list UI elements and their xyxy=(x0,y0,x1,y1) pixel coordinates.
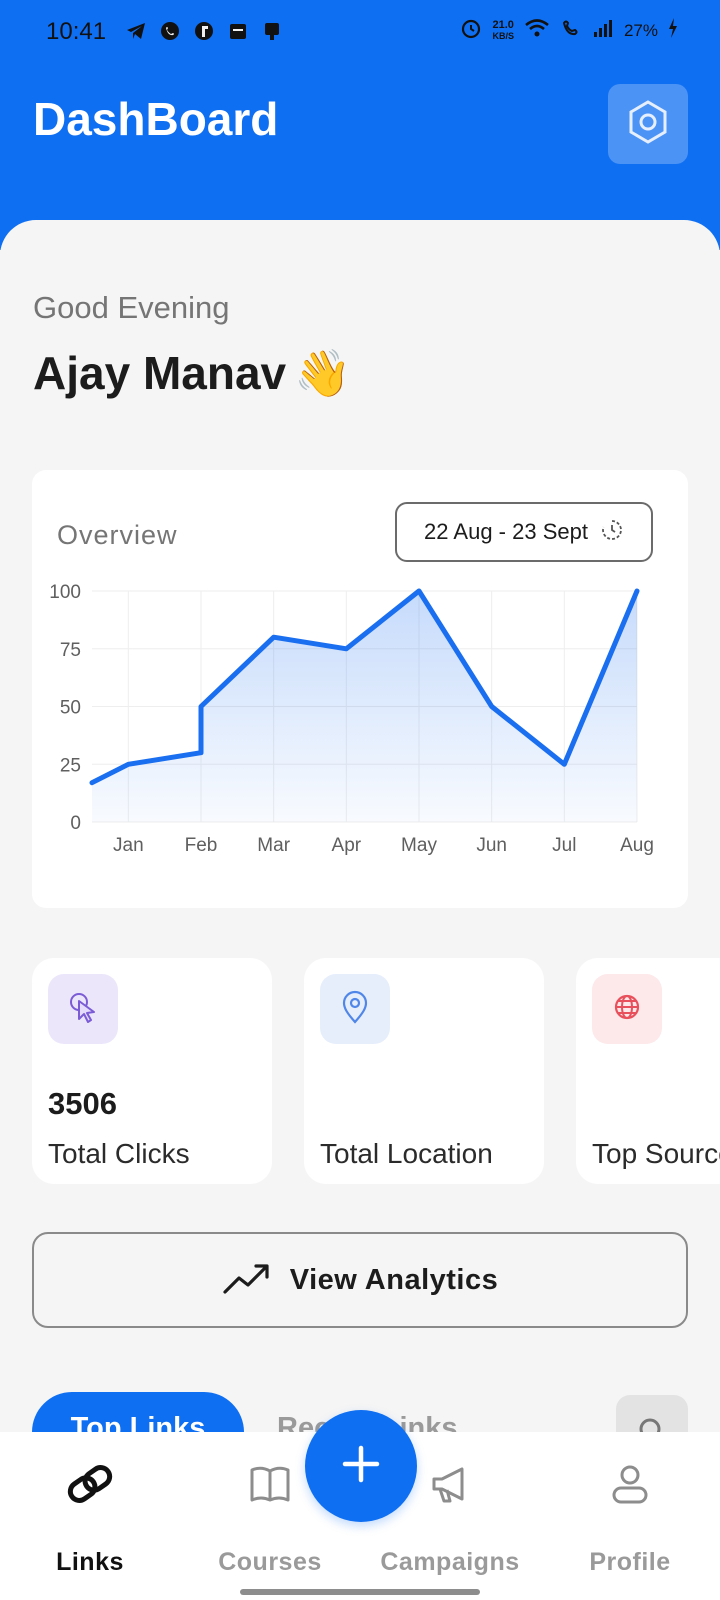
telegram-icon xyxy=(125,20,147,42)
network-speed: 21.0 KB/S xyxy=(492,18,514,41)
page-title: DashBoard xyxy=(33,93,279,145)
stat-icon-bg xyxy=(48,974,118,1044)
stat-icon-bg xyxy=(320,974,390,1044)
stat-card-total-clicks[interactable]: 3506 Total Clicks xyxy=(32,958,272,1184)
x-tick-label: Jul xyxy=(552,835,576,856)
plus-icon xyxy=(339,1442,383,1491)
user-name: Ajay Manav xyxy=(33,347,287,399)
notification-icons xyxy=(125,20,283,42)
status-right: 21.0 KB/S 27% xyxy=(460,17,678,44)
nav-label: Profile xyxy=(589,1548,671,1576)
view-analytics-button[interactable]: View Analytics xyxy=(32,1232,688,1328)
user-row: Ajay Manav 👋 xyxy=(33,346,351,400)
view-analytics-label: View Analytics xyxy=(289,1263,499,1296)
wifi-icon xyxy=(524,17,550,44)
dashboard-screen: 10:41 21.0 KB/S 27% DashBoard Good Eveni… xyxy=(0,0,720,1600)
trending-up-icon xyxy=(222,1258,270,1303)
charging-icon xyxy=(668,17,678,44)
x-tick-label: Feb xyxy=(185,835,218,856)
waving-hand-icon: 👋 xyxy=(294,347,352,399)
y-tick-label: 25 xyxy=(60,755,81,776)
person-icon xyxy=(600,1454,660,1514)
hexagon-settings-icon xyxy=(624,98,672,151)
battery-level: 27% xyxy=(623,20,658,40)
stat-label: Total Location xyxy=(320,1138,493,1169)
alarm-icon xyxy=(460,17,482,44)
stat-value: 3506 xyxy=(48,1086,117,1121)
nav-label: Courses xyxy=(218,1548,322,1576)
create-fab-button[interactable] xyxy=(305,1410,417,1522)
cursor-click-icon xyxy=(65,989,101,1030)
stat-card-top-source[interactable]: Top Source xyxy=(576,958,720,1184)
status-time: 10:41 xyxy=(46,18,107,45)
signal-icon xyxy=(592,17,614,44)
app-f-icon xyxy=(193,20,215,42)
globe-icon xyxy=(611,991,643,1028)
location-pin-icon xyxy=(337,989,373,1030)
y-tick-label: 75 xyxy=(60,640,81,661)
viber-icon xyxy=(159,20,181,42)
stat-icon-bg xyxy=(592,974,662,1044)
nav-item-profile[interactable]: Profile xyxy=(540,1432,720,1600)
home-indicator xyxy=(240,1589,480,1595)
y-tick-label: 100 xyxy=(49,582,81,603)
phone-app-icon xyxy=(261,20,283,42)
x-tick-label: Mar xyxy=(257,835,290,856)
x-tick-label: Jan xyxy=(113,835,144,856)
greeting-text: Good Evening xyxy=(33,290,230,325)
stats-carousel[interactable]: 3506 Total Clicks Total Location Top Sou… xyxy=(32,958,720,1184)
link-icon xyxy=(60,1454,120,1514)
stat-label: Top Source xyxy=(592,1138,720,1169)
overview-card: Overview 22 Aug - 23 Sept 0 25 50 75 100 Jan F… xyxy=(32,470,688,908)
x-tick-label: Jun xyxy=(476,835,507,856)
stat-card-total-location[interactable]: Total Location xyxy=(304,958,544,1184)
nav-item-links[interactable]: Links xyxy=(0,1432,180,1600)
x-tick-label: May xyxy=(401,835,437,856)
stat-label: Total Clicks xyxy=(48,1138,190,1169)
x-tick-label: Aug xyxy=(620,835,654,856)
megaphone-icon xyxy=(420,1454,480,1514)
x-tick-label: Apr xyxy=(332,835,362,856)
wifi-call-icon xyxy=(560,17,582,44)
y-tick-label: 50 xyxy=(60,698,81,719)
book-icon xyxy=(240,1454,300,1514)
settings-button[interactable] xyxy=(608,84,688,164)
header-bar: 10:41 21.0 KB/S 27% DashBoard xyxy=(0,0,720,250)
calendar-icon xyxy=(227,20,249,42)
overview-chart: 0 25 50 75 100 Jan Feb Mar Apr May Jun Jul Aug xyxy=(49,582,654,856)
status-bar: 10:41 21.0 KB/S 27% xyxy=(0,0,720,64)
nav-label: Links xyxy=(56,1548,124,1576)
y-tick-label: 0 xyxy=(70,813,81,834)
nav-label: Campaigns xyxy=(380,1548,520,1576)
